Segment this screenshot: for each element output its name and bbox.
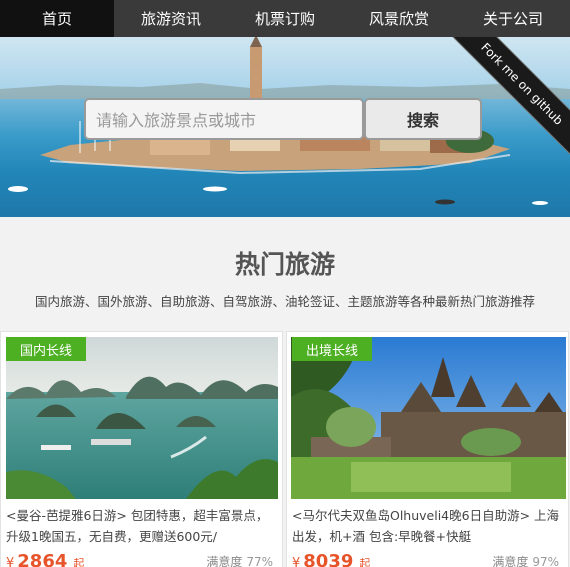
bali-temple-photo[interactable]	[291, 337, 566, 499]
halong-bay-photo[interactable]	[6, 337, 278, 499]
satisfaction-value: 97%	[532, 555, 559, 567]
satisfaction-label: 满意度	[206, 555, 243, 567]
price-suffix: 起	[73, 557, 85, 567]
nav-item-flight-booking[interactable]: 机票订购	[228, 0, 342, 37]
tag-label: 出境长线	[292, 337, 373, 361]
satisfaction: 满意度 97%	[492, 553, 559, 567]
tour-card[interactable]: 国内长线 <曼谷-芭提雅6日游> 包团特惠，超丰富景点，升级1晚国五，无自费，更…	[0, 331, 283, 567]
price-value: 2864	[17, 551, 68, 567]
tour-description[interactable]: <马尔代夫双鱼岛Olhuveli4晚6日自助游> 上海出发，机+酒 包含:早晚餐…	[292, 505, 564, 547]
currency-symbol: ¥	[292, 556, 301, 567]
nav-item-home[interactable]: 首页	[0, 0, 114, 37]
search-input[interactable]: 请输入旅游景点或城市	[84, 98, 364, 140]
currency-symbol: ¥	[6, 556, 15, 567]
price: ¥ 2864 起	[6, 551, 84, 567]
satisfaction: 满意度 77%	[206, 553, 273, 567]
satisfaction-value: 77%	[246, 555, 273, 567]
price-suffix: 起	[359, 557, 371, 567]
section-subtitle: 国内旅游、国外旅游、自助旅游、自驾旅游、油轮签证、主题旅游等各种最新热门旅游推荐	[34, 294, 535, 309]
price: ¥ 8039 起	[292, 551, 370, 567]
hero-banner: Fork me on github 请输入旅游景点或城市 搜索	[0, 37, 570, 217]
satisfaction-label: 满意度	[492, 555, 529, 567]
nav-item-travel-news[interactable]: 旅游资讯	[114, 0, 228, 37]
tour-card[interactable]: 出境长线 <马尔代夫双鱼岛Olhuveli4晚6日自助游> 上海出发，机+酒 包…	[286, 331, 569, 567]
price-value: 8039	[303, 551, 354, 567]
price-row: ¥ 2864 起 满意度 77%	[6, 551, 278, 567]
nav-item-scenery[interactable]: 风景欣赏	[342, 0, 456, 37]
nav-item-about[interactable]: 关于公司	[456, 0, 570, 37]
tag-label: 国内长线	[6, 337, 87, 361]
search-button[interactable]: 搜索	[364, 98, 482, 140]
top-nav: 首页 旅游资讯 机票订购 风景欣赏 关于公司	[0, 0, 570, 37]
price-row: ¥ 8039 起 满意度 97%	[292, 551, 564, 567]
tour-description[interactable]: <曼谷-芭提雅6日游> 包团特惠，超丰富景点，升级1晚国五，无自费，更赠送600…	[6, 505, 278, 547]
section-title: 热门旅游	[234, 250, 335, 279]
